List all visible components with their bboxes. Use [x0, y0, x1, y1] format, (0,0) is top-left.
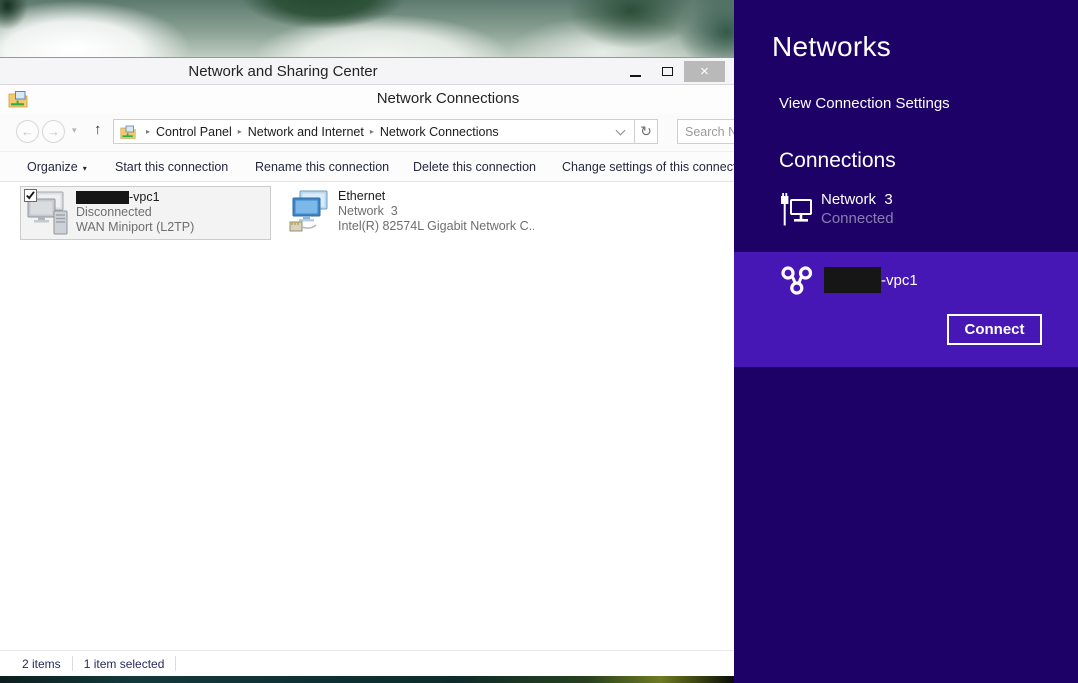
ethernet-tile-icon-area — [283, 186, 338, 240]
change-settings-button[interactable]: Change settings of this connection — [562, 160, 734, 174]
networks-flyout: Networks View Connection Settings Connec… — [734, 0, 1078, 683]
organize-button[interactable]: Organize▾ — [27, 160, 87, 174]
ethernet-tile-text: Ethernet Network 3 Intel(R) 82574L Gigab… — [338, 186, 534, 240]
command-toolbar: Organize▾ Start this connection Rename t… — [0, 151, 734, 182]
forward-icon: → — [47, 124, 60, 139]
address-dropdown-icon[interactable] — [616, 125, 626, 135]
rename-connection-button[interactable]: Rename this connection — [255, 160, 389, 174]
address-location-icon — [120, 124, 136, 140]
network-connections-titlebar[interactable]: Network Connections — [0, 85, 734, 113]
desktop-wallpaper-bottom — [0, 676, 734, 683]
desktop-screen: Network and Sharing Center × Network Con… — [0, 0, 1078, 683]
maximize-icon — [662, 67, 673, 76]
wired-network-icon — [779, 190, 821, 237]
address-bar[interactable]: ▸ Control Panel ▸ Network and Internet ▸… — [113, 119, 635, 144]
minimize-icon — [630, 75, 641, 77]
close-button[interactable]: × — [684, 61, 725, 82]
up-button[interactable]: ↑ — [94, 121, 102, 138]
status-separator — [175, 656, 176, 671]
ethernet-tile-name: Ethernet — [338, 189, 534, 204]
vpn-network-name: -vpc1 — [881, 272, 918, 289]
forward-button[interactable]: → — [42, 120, 65, 143]
vpn-tile-status: Disconnected — [76, 205, 194, 220]
ethernet-tile-device: Intel(R) 82574L Gigabit Network C... — [338, 219, 534, 234]
items-count: 2 items — [22, 657, 61, 671]
breadcrumb-control-panel[interactable]: Control Panel — [156, 125, 232, 139]
recent-pages-button[interactable]: ▾ — [72, 125, 77, 136]
minimize-button[interactable] — [620, 61, 650, 82]
refresh-icon: ↻ — [640, 123, 652, 140]
ethernet-tile-network: Network 3 — [338, 204, 534, 219]
breadcrumb-chevron-icon: ▸ — [140, 127, 156, 136]
connect-button[interactable]: Connect — [947, 314, 1042, 345]
organize-caret-icon: ▾ — [83, 164, 87, 173]
view-connection-settings-link[interactable]: View Connection Settings — [779, 95, 950, 112]
breadcrumb-network-connections[interactable]: Network Connections — [380, 125, 499, 139]
connections-heading: Connections — [779, 149, 896, 173]
wired-network-item[interactable]: Network 3 Connected — [779, 190, 894, 237]
vpn-icon — [779, 263, 815, 297]
redacted-text — [824, 267, 881, 293]
search-box — [677, 119, 734, 144]
vpn-tile-name: -vpc1 — [76, 190, 194, 205]
checkbox-checked[interactable] — [24, 189, 37, 202]
search-input[interactable] — [678, 120, 734, 143]
wired-network-text: Network 3 Connected — [821, 190, 894, 237]
maximize-button[interactable] — [652, 61, 682, 82]
vpn-tile-device: WAN Miniport (L2TP) — [76, 220, 194, 235]
breadcrumb-network-and-internet[interactable]: Network and Internet — [248, 125, 364, 139]
back-icon: ← — [21, 124, 34, 139]
vpn-tile-icon-area — [21, 187, 76, 239]
network-sharing-center-titlebar[interactable]: Network and Sharing Center × — [0, 57, 734, 85]
ethernet-adapter-icon — [287, 189, 333, 241]
back-button[interactable]: ← — [16, 120, 39, 143]
address-bar-row: ← → ▾ ↑ ▸ Control Panel ▸ Network and In… — [0, 113, 734, 151]
breadcrumb-chevron-icon: ▸ — [232, 127, 248, 136]
breadcrumb-chevron-icon: ▸ — [364, 127, 380, 136]
delete-connection-button[interactable]: Delete this connection — [413, 160, 536, 174]
vpn-tile-text: -vpc1 Disconnected WAN Miniport (L2TP) — [76, 187, 194, 239]
wired-network-name: Network 3 — [821, 190, 894, 209]
connections-list: -vpc1 Disconnected WAN Miniport (L2TP) — [0, 182, 734, 650]
wired-network-status: Connected — [821, 209, 894, 228]
ethernet-connection-tile[interactable]: Ethernet Network 3 Intel(R) 82574L Gigab… — [283, 186, 534, 240]
redacted-text — [76, 191, 129, 204]
refresh-button[interactable]: ↻ — [634, 119, 658, 144]
status-bar: 2 items 1 item selected — [0, 650, 734, 676]
network-connections-window: Network Connections ← → ▾ ↑ ▸ Control Pa… — [0, 85, 734, 676]
vpn-connection-tile[interactable]: -vpc1 Disconnected WAN Miniport (L2TP) — [20, 186, 271, 240]
close-icon: × — [700, 64, 709, 79]
selection-count: 1 item selected — [84, 657, 165, 671]
start-connection-button[interactable]: Start this connection — [115, 160, 228, 174]
status-separator — [72, 656, 73, 671]
vpn-network-item-selected[interactable]: -vpc1 Connect — [734, 252, 1078, 367]
network-connections-title: Network Connections — [0, 90, 734, 107]
vpn-item-row: -vpc1 — [779, 263, 918, 297]
network-sharing-center-title: Network and Sharing Center — [0, 63, 566, 80]
desktop-wallpaper — [0, 0, 734, 58]
networks-heading: Networks — [772, 31, 891, 63]
